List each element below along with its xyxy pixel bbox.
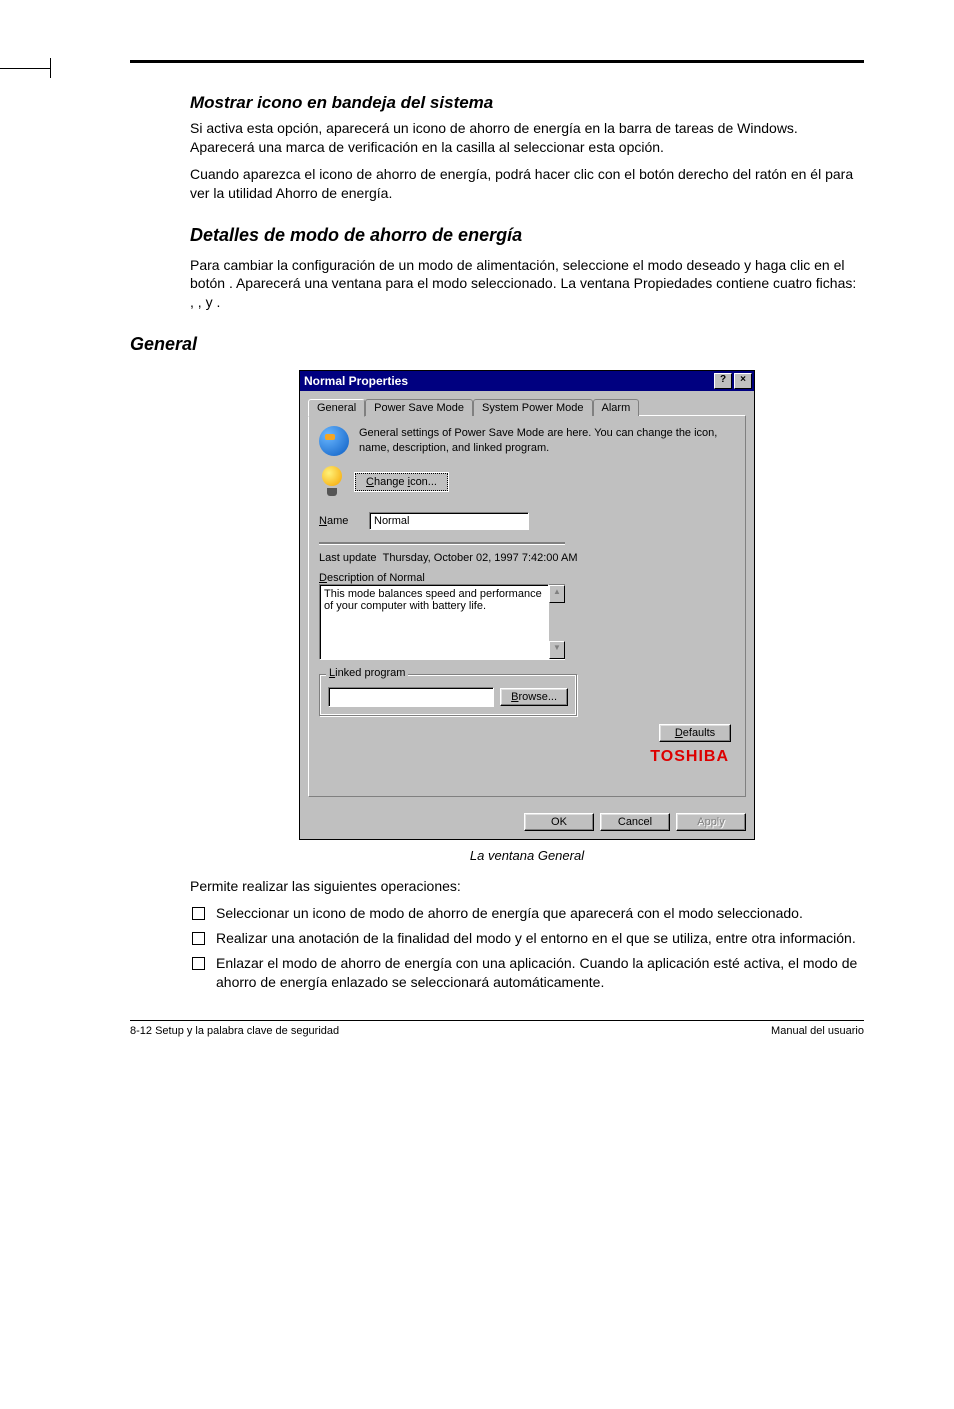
top-rule [130, 60, 864, 63]
globe-icon [319, 426, 349, 456]
para-2: Cuando aparezca el icono de ahorro de en… [190, 165, 864, 203]
tab-strip: General Power Save Mode System Power Mod… [308, 399, 746, 416]
last-update-value: Thursday, October 02, 1997 7:42:00 AM [383, 552, 578, 564]
properties-dialog: Normal Properties ? × General Power Save… [299, 370, 755, 840]
after-list-intro: Permite realizar las siguientes operacio… [190, 877, 864, 896]
name-input[interactable]: Normal [369, 512, 529, 530]
footer-right: Manual del usuario [771, 1025, 864, 1037]
scroll-up-icon[interactable]: ▲ [549, 585, 565, 603]
scroll-down-icon[interactable]: ▼ [549, 641, 565, 659]
description-area: This mode balances speed and performance… [319, 584, 565, 660]
p3-c: para el modo seleccionado. La ventana Pr… [385, 275, 856, 291]
linked-program-label: Linked program [326, 667, 408, 679]
name-label: Name [319, 515, 359, 527]
ok-button[interactable]: OK [524, 813, 594, 831]
heading-mostrar-icono: Mostrar icono en bandeja del sistema [190, 93, 864, 113]
cancel-button[interactable]: Cancel [600, 813, 670, 831]
help-button[interactable]: ? [714, 373, 732, 389]
window-title: Normal Properties [304, 374, 712, 388]
list-item: Enlazar el modo de ahorro de energía con… [190, 954, 864, 992]
footer-left: 8-12 Setup y la palabra clave de segurid… [130, 1025, 339, 1037]
last-update-row: Last update Thursday, October 02, 1997 7… [319, 552, 735, 564]
para-1: Si activa esta opción, aparecerá un icon… [190, 119, 864, 157]
bullet-list: Seleccionar un icono de modo de ahorro d… [190, 904, 864, 992]
close-button[interactable]: × [734, 373, 752, 389]
tab-power-save[interactable]: Power Save Mode [365, 399, 473, 416]
para-3: Para cambiar la configuración de un modo… [190, 256, 864, 313]
linked-program-group: Linked program Browse... [319, 674, 577, 716]
toshiba-logo: TOSHIBA [319, 748, 729, 766]
p3-b: . Aparecerá una ventana [229, 275, 385, 291]
crop-mark [0, 58, 60, 78]
list-item: Realizar una anotación de la finalidad d… [190, 929, 864, 948]
scrollbar[interactable]: ▲ ▼ [549, 584, 565, 660]
linked-program-input[interactable] [328, 687, 494, 707]
dialog-button-row: OK Cancel Apply [300, 805, 754, 839]
bulb-icon [319, 466, 345, 498]
last-update-label: Last update [319, 552, 377, 564]
list-item: Seleccionar un icono de modo de ahorro d… [190, 904, 864, 923]
title-bar[interactable]: Normal Properties ? × [300, 371, 754, 391]
tab-panel-general: General settings of Power Save Mode are … [308, 415, 746, 797]
p3-comma2: , [198, 294, 206, 310]
apply-button[interactable]: Apply [676, 813, 746, 831]
divider [319, 542, 565, 544]
change-icon-button[interactable]: Change icon... [355, 473, 448, 491]
page-footer: 8-12 Setup y la palabra clave de segurid… [130, 1020, 864, 1037]
defaults-button[interactable]: Defaults [659, 724, 731, 742]
p3-comma1: , [190, 294, 198, 310]
p3-period: . [216, 294, 220, 310]
p3-y: y [206, 294, 217, 310]
figure-caption: La ventana General [190, 848, 864, 863]
tab-alarm[interactable]: Alarm [593, 399, 640, 416]
description-textarea[interactable]: This mode balances speed and performance… [319, 584, 549, 660]
description-label: Description of Normal [319, 572, 735, 584]
change-icon-label: Change icon... [366, 476, 437, 488]
heading-general: General [130, 334, 864, 355]
tab-system-power[interactable]: System Power Mode [473, 399, 592, 416]
browse-button[interactable]: Browse... [500, 688, 568, 706]
heading-detalles: Detalles de modo de ahorro de energía [190, 225, 864, 246]
tab-general[interactable]: General [308, 399, 365, 417]
intro-text: General settings of Power Save Mode are … [359, 426, 735, 455]
